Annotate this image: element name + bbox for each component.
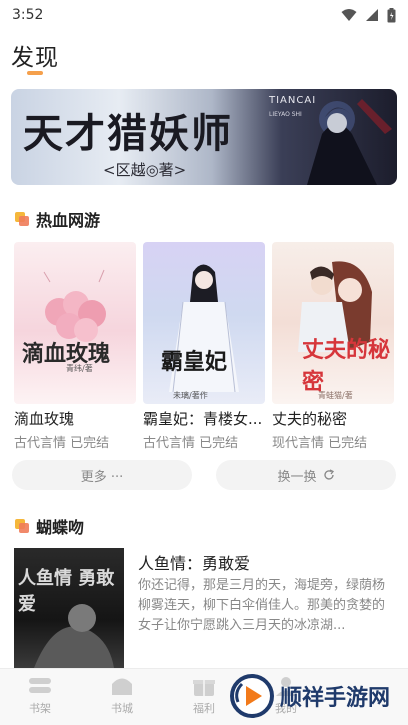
list-item[interactable]: 人鱼情 勇敢爱 人鱼情：勇敢爱 你还记得，那是三月的天，海堤旁，绿荫杨柳雾连天，… xyxy=(14,548,394,668)
tab-bookstore[interactable]: 书城 xyxy=(92,675,152,716)
refresh-button-label: 换一换 xyxy=(277,469,317,485)
list-book-desc: 你还记得，那是三月的天，海堤旁，绿荫杨柳雾连天，柳下白伞俏佳人。那美的贪婪的女子… xyxy=(138,578,386,633)
more-button[interactable]: 更多 ··· xyxy=(12,460,192,490)
watermark: 顺祥手游网 xyxy=(228,671,406,721)
book-card[interactable]: 霸皇妃 未璃/著作 霸皇妃：青楼女... 古代言情 已完结 xyxy=(143,242,265,451)
cover-title: 丈夫的秘密 xyxy=(302,337,391,395)
tab-label: 书城 xyxy=(111,702,133,715)
status-time: 3:52 xyxy=(12,7,44,23)
signal-icon xyxy=(366,9,378,21)
refresh-icon xyxy=(323,469,334,480)
watermark-logo-icon xyxy=(230,674,274,718)
bookstore-icon xyxy=(112,678,132,695)
status-icons xyxy=(341,7,396,23)
gift-icon xyxy=(193,680,215,696)
section-icon xyxy=(15,212,29,226)
banner-author: <区越◎著> xyxy=(103,161,187,179)
page-title: 发现 xyxy=(11,45,59,71)
list-book-title: 人鱼情：勇敢爱 xyxy=(138,554,251,573)
book-meta: 古代言情 已完结 xyxy=(143,436,239,451)
book-title: 滴血玫瑰 xyxy=(14,410,75,428)
book-meta: 古代言情 已完结 xyxy=(14,436,110,451)
cover-title: 人鱼情 勇敢爱 xyxy=(18,568,115,615)
book-cover: 丈夫的秘密 青蛙猫/著 xyxy=(272,242,394,404)
book-cover: 滴血玫瑰 青纬/著 xyxy=(14,242,136,404)
cover-author: 青蛙猫/著 xyxy=(318,391,353,400)
cover-author: 未璃/著作 xyxy=(173,391,208,400)
promo-banner[interactable]: 天才猎妖师 <区越◎著> TIANCAI LIEYAO SHI xyxy=(11,89,397,185)
book-title: 霸皇妃：青楼女... xyxy=(143,410,263,428)
cover-author: 青纬/著 xyxy=(66,364,93,373)
battery-icon xyxy=(387,7,396,22)
refresh-button[interactable]: 换一换 xyxy=(216,460,396,490)
section-title: 蝴蝶吻 xyxy=(36,518,85,537)
book-cover: 霸皇妃 未璃/著作 xyxy=(143,242,265,404)
section-icon xyxy=(15,519,29,533)
rose-art xyxy=(43,269,106,342)
banner-title: 天才猎妖师 xyxy=(23,110,233,157)
tab-label: 书架 xyxy=(29,702,51,715)
book-meta: 现代言情 已完结 xyxy=(272,436,368,451)
tab-welfare[interactable]: 福利 xyxy=(174,675,234,716)
section-title: 热血网游 xyxy=(36,211,101,230)
title-underline xyxy=(27,71,43,75)
book-title: 丈夫的秘密 xyxy=(272,410,348,428)
bookshelf-icon xyxy=(29,678,51,693)
watermark-text: 顺祥手游网 xyxy=(280,686,391,711)
banner-character-art xyxy=(307,99,392,185)
book-card[interactable]: 丈夫的秘密 青蛙猫/著 丈夫的秘密 现代言情 已完结 xyxy=(272,242,394,451)
tab-bookshelf[interactable]: 书架 xyxy=(10,675,70,716)
heroine-art xyxy=(169,264,239,393)
book-card[interactable]: 滴血玫瑰 青纬/著 滴血玫瑰 古代言情 已完结 xyxy=(14,242,136,451)
more-button-label: 更多 ··· xyxy=(80,469,124,485)
cover-title: 霸皇妃 xyxy=(161,349,228,375)
section-header-butterfly: 蝴蝶吻 xyxy=(15,514,84,538)
list-book-cover: 人鱼情 勇敢爱 xyxy=(14,548,124,668)
tab-label: 福利 xyxy=(193,702,215,715)
wifi-icon xyxy=(341,9,357,21)
section-header-hot: 热血网游 xyxy=(15,207,100,231)
status-bar: 3:52 xyxy=(0,0,408,30)
